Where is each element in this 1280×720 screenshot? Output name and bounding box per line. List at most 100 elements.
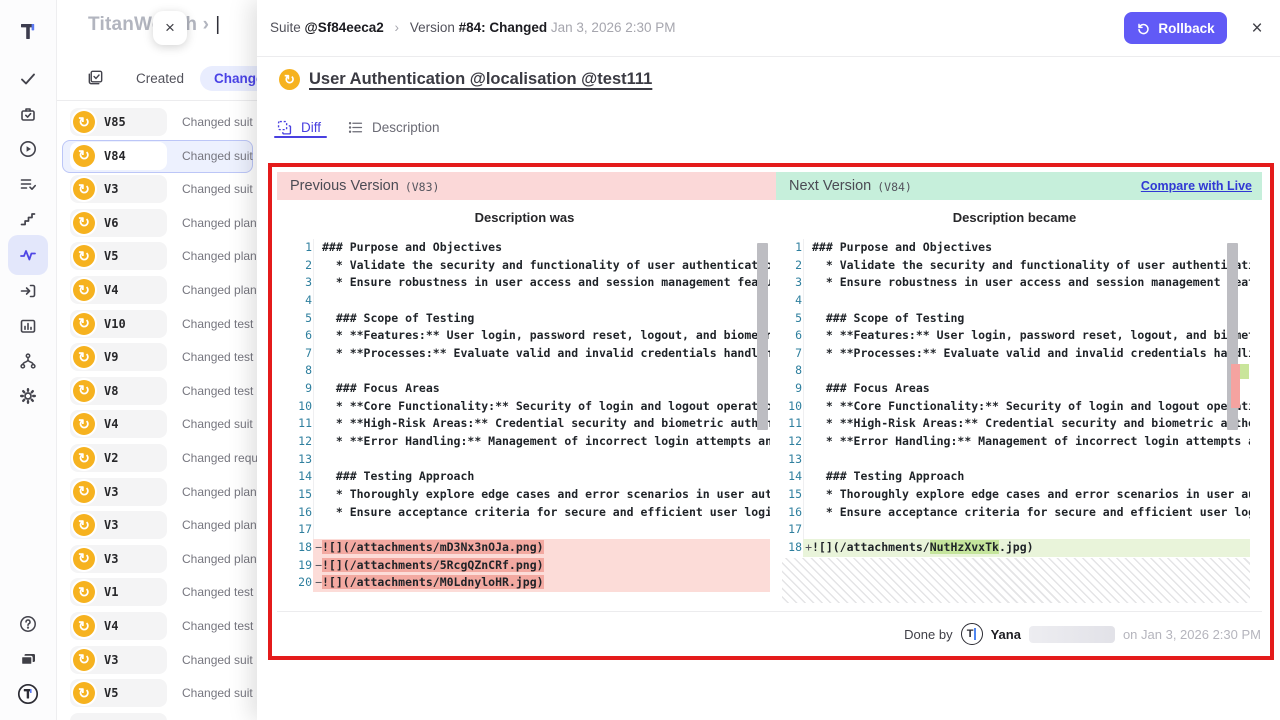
version-pill: ↻V5	[70, 679, 167, 707]
panel-close-button[interactable]: ×	[153, 11, 187, 45]
version-caption: Changed test	[182, 384, 253, 398]
version-label: V6	[104, 216, 118, 230]
versions-panel: TitanWealth ›| Created Changed ↻V85Chang…	[57, 0, 257, 720]
redacted-name	[1029, 626, 1115, 643]
version-pill: ↻ V4	[70, 276, 167, 304]
changed-version-icon: ↻	[73, 212, 95, 234]
version-label: V4	[104, 417, 118, 431]
version-pill: ↻ V6	[70, 209, 167, 237]
version-list-item[interactable]: ↻V84 Changed suit	[57, 142, 257, 172]
version-label: V3	[104, 485, 118, 499]
version-list-item[interactable]: ↻V1Changed test	[57, 578, 257, 608]
changed-version-icon: ↻	[73, 548, 95, 570]
test-case-icon[interactable]	[8, 94, 48, 134]
icon-rail	[0, 0, 57, 720]
version-label: V2	[104, 451, 118, 465]
version-list-item[interactable]: ↻V3Changed plan	[57, 478, 257, 508]
close-icon: ×	[1251, 18, 1262, 40]
changed-version-icon: ↻	[73, 279, 95, 301]
requirements-icon[interactable]	[8, 271, 48, 311]
changed-version-icon: ↻	[73, 481, 95, 503]
changed-version-icon: ↻	[73, 615, 95, 637]
version-caption: Changed plan	[182, 216, 257, 230]
plans-icon[interactable]	[8, 164, 48, 204]
version-list-item[interactable]: ↻V2Changed requ	[57, 444, 257, 474]
previous-version-header: Previous Version (V83)	[277, 172, 776, 200]
library-icon[interactable]	[8, 639, 48, 679]
version-caption: Changed suit	[182, 182, 253, 196]
version-caption: Changed suit	[182, 653, 253, 667]
version-caption: Changed suit	[182, 417, 253, 431]
select-all-icon[interactable]	[86, 68, 105, 92]
version-list-item[interactable]: ↻V3 Changed suit	[57, 646, 257, 676]
diff-added-marker	[1240, 364, 1249, 379]
tab-diff[interactable]: Diff	[276, 119, 321, 136]
text-cursor: |	[215, 14, 220, 35]
version-list-item[interactable]: ↻V8 Changed test	[57, 377, 257, 407]
milestones-icon[interactable]	[8, 199, 48, 239]
version-list-item[interactable]: ↻V4 Changed test	[57, 612, 257, 642]
rollback-icon	[1136, 21, 1151, 36]
help-icon[interactable]	[8, 604, 48, 644]
version-caption: Changed test	[182, 619, 253, 633]
code-line: 14 ### Testing Approach	[782, 468, 1250, 486]
profile-icon[interactable]	[8, 674, 48, 714]
version-list-item[interactable]: ↻V10Changed test	[57, 310, 257, 340]
version-list-item[interactable]: ↻V3Changed plan	[57, 545, 257, 575]
code-line: 9 ### Focus Areas	[782, 380, 1250, 398]
changed-version-icon: ↻	[73, 346, 95, 368]
code-line: 18−![](/attachments/mD3Nx3nOJa.png)	[292, 539, 770, 557]
app-logo-icon[interactable]	[8, 12, 48, 52]
left-pane-scrollbar[interactable]	[757, 243, 768, 430]
version-list-item[interactable]	[57, 713, 257, 720]
changed-version-icon: ↻	[73, 682, 95, 704]
tests-icon[interactable]	[8, 59, 48, 99]
settings-icon[interactable]	[8, 376, 48, 416]
code-line: 16 * Ensure acceptance criteria for secu…	[782, 504, 1250, 522]
version-list-item[interactable]: ↻V3Changed suit	[57, 175, 257, 205]
version-label: V4	[104, 283, 118, 297]
entity-title[interactable]: User Authentication @localisation @test1…	[309, 70, 652, 89]
code-line: 10 * **Core Functionality:** Security of…	[782, 398, 1250, 416]
code-line: 18+![](/attachments/NutHzXvxTk.jpg)	[782, 539, 1250, 557]
version-list-item[interactable]: ↻V5Changed suit	[57, 679, 257, 709]
drawer-close-button[interactable]: ×	[1245, 17, 1269, 41]
code-line: 19−![](/attachments/5RcgQZnCRf.png)	[292, 557, 770, 575]
changed-version-icon: ↻	[73, 649, 95, 671]
version-label: V9	[104, 350, 118, 364]
version-list-item[interactable]: ↻V9Changed test	[57, 343, 257, 373]
code-line: 13	[782, 451, 1250, 469]
code-line: 4	[292, 292, 770, 310]
changed-version-icon: ↻	[73, 245, 95, 267]
traceability-icon[interactable]	[8, 341, 48, 381]
code-line: 1### Purpose and Objectives	[782, 239, 1250, 257]
version-list-item[interactable]: ↻V85Changed suit	[57, 108, 257, 138]
version-caption: Changed plan	[182, 249, 257, 263]
user-name: Yana	[991, 627, 1021, 642]
version-list-item[interactable]: ↻V5Changed plan	[57, 242, 257, 272]
tab-description[interactable]: Description	[347, 119, 440, 136]
rollback-button[interactable]: Rollback	[1124, 12, 1227, 44]
version-pill: ↻V8	[70, 377, 167, 405]
code-line: 12 * **Error Handling:** Management of i…	[292, 433, 770, 451]
version-pill: ↻V4	[70, 612, 167, 640]
version-list-item[interactable]: ↻V3Changed plan	[57, 511, 257, 541]
version-caption: Changed suit	[182, 149, 253, 163]
reports-icon[interactable]	[8, 306, 48, 346]
version-pill: ↻V3	[70, 646, 167, 674]
diff-removed-marker	[1231, 364, 1240, 408]
version-list-item[interactable]: ↻ V6 Changed plan	[57, 209, 257, 239]
activity-icon[interactable]	[8, 235, 48, 275]
runs-icon[interactable]	[8, 129, 48, 169]
code-line: 5 ### Scope of Testing	[292, 310, 770, 328]
code-line: 17	[292, 521, 770, 539]
footer-divider	[277, 611, 1262, 612]
version-list-item[interactable]: ↻V4Changed suit	[57, 410, 257, 440]
version-pill: ↻V84	[70, 142, 167, 170]
changed-version-icon: ↻	[73, 178, 95, 200]
code-line: 14 ### Testing Approach	[292, 468, 770, 486]
tab-created[interactable]: Created	[136, 71, 184, 86]
code-line: 12 * **Error Handling:** Management of i…	[782, 433, 1250, 451]
version-list-item[interactable]: ↻V4Changed plan	[57, 276, 257, 306]
compare-with-live-link[interactable]: Compare with Live	[1141, 179, 1252, 193]
